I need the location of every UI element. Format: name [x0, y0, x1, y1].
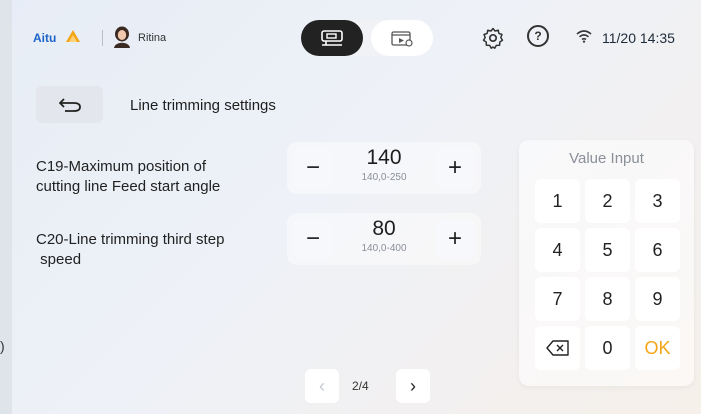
key-1[interactable]: 1: [535, 179, 580, 223]
param-range: 140,0-400: [361, 243, 407, 254]
param-value[interactable]: 80: [337, 217, 431, 241]
key-9[interactable]: 9: [635, 277, 680, 321]
stepper-c19: − 140 140,0-250 +: [287, 142, 481, 194]
ok-key[interactable]: OK: [635, 326, 680, 370]
param-value[interactable]: 140: [337, 146, 431, 170]
stepper-c20: − 80 140,0-400 +: [287, 213, 481, 265]
sew-mode-button[interactable]: [301, 20, 363, 56]
next-page-button[interactable]: ›: [396, 369, 430, 403]
increment-button[interactable]: +: [435, 219, 475, 259]
param-range: 140,0-250: [361, 172, 407, 183]
increment-button[interactable]: +: [435, 148, 475, 188]
page-title: Line trimming settings: [130, 97, 276, 114]
screen: Aitu Ritina ? 11/20 14:35 Line trimming …: [12, 0, 701, 414]
key-5[interactable]: 5: [585, 228, 630, 272]
brand-name: Aitu: [33, 31, 57, 45]
param-label-c19: C19-Maximum position of cutting line Fee…: [36, 157, 266, 197]
video-mode-button[interactable]: [371, 20, 433, 56]
video-icon: [391, 31, 413, 47]
key-0[interactable]: 0: [585, 326, 630, 370]
edge-glyph: ): [0, 338, 5, 354]
param-label-line: C20-Line trimming third step: [36, 231, 225, 248]
param-label-line: cutting line Feed start angle: [36, 178, 221, 195]
param-label-line: speed: [36, 251, 82, 268]
key-6[interactable]: 6: [635, 228, 680, 272]
key-2[interactable]: 2: [585, 179, 630, 223]
key-4[interactable]: 4: [535, 228, 580, 272]
decrement-button[interactable]: −: [293, 219, 333, 259]
key-7[interactable]: 7: [535, 277, 580, 321]
value-input-keypad: Value Input 1 2 3 4 5 6 7 8 9 0 OK: [519, 140, 694, 386]
gear-icon[interactable]: [481, 26, 505, 50]
backspace-icon: [545, 340, 569, 356]
wifi-icon: [576, 30, 592, 43]
param-label-line: C19-Maximum position of: [36, 158, 207, 175]
username[interactable]: Ritina: [138, 32, 166, 44]
sewing-machine-icon: [321, 30, 343, 46]
backspace-key[interactable]: [535, 326, 580, 370]
key-8[interactable]: 8: [585, 277, 630, 321]
param-label-c20: C20-Line trimming third step speed: [36, 230, 266, 270]
flame-logo-icon: [66, 30, 80, 42]
page-indicator: 2/4: [352, 379, 369, 393]
back-button[interactable]: [36, 86, 103, 123]
keypad-title: Value Input: [569, 150, 644, 167]
back-arrow-icon: [58, 97, 81, 112]
decrement-button[interactable]: −: [293, 148, 333, 188]
clock: 11/20 14:35: [602, 30, 675, 46]
top-bar: Aitu Ritina ? 11/20 14:35: [12, 0, 701, 76]
prev-page-button[interactable]: ‹: [305, 369, 339, 403]
help-icon[interactable]: ?: [527, 25, 549, 47]
divider: [102, 30, 103, 46]
key-3[interactable]: 3: [635, 179, 680, 223]
mode-switcher: [301, 20, 433, 56]
user-avatar-icon[interactable]: [112, 26, 132, 48]
